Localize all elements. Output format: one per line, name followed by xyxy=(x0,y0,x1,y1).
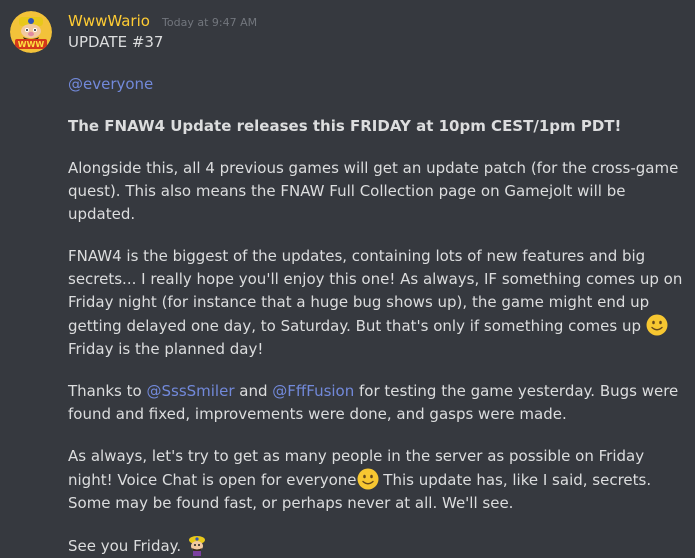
paragraph-3-text-b: and xyxy=(239,382,268,400)
headline-paragraph: The FNAW4 Update releases this FRIDAY at… xyxy=(68,115,688,138)
paragraph-4: As always, let's try to get as many peop… xyxy=(68,445,688,515)
paragraph-2-text-b: Friday is the planned day! xyxy=(68,340,264,358)
paragraph-3: Thanks to @SssSmiler and @FffFusion for … xyxy=(68,380,688,426)
avatar-text: WWW xyxy=(18,40,45,49)
wario-avatar-icon: WWW xyxy=(10,11,52,53)
author-username[interactable]: WwwWario xyxy=(68,12,150,30)
message-header: WwwWario Today at 9:47 AM xyxy=(68,11,257,31)
closing-text: See you Friday. xyxy=(68,537,182,555)
wario-emoji-icon xyxy=(188,536,205,556)
paragraph-2-text-a: FNAW4 is the biggest of the updates, con… xyxy=(68,247,683,335)
mention-fff-fusion[interactable]: @FffFusion xyxy=(272,382,354,400)
paragraph-1: Alongside this, all 4 previous games wil… xyxy=(68,157,688,226)
headline-text: The FNAW4 Update releases this FRIDAY at… xyxy=(68,117,622,135)
paragraph-3-text-a: Thanks to xyxy=(68,382,142,400)
mention-sss-smiler[interactable]: @SssSmiler xyxy=(146,382,234,400)
message-timestamp: Today at 9:47 AM xyxy=(162,16,258,29)
mention-line: @everyone xyxy=(68,73,688,96)
chat-message: WWW WwwWario Today at 9:47 AM UPDATE #37… xyxy=(0,0,695,556)
mention-everyone[interactable]: @everyone xyxy=(68,75,153,93)
message-content: UPDATE #37 @everyone The FNAW4 Update re… xyxy=(68,31,688,558)
message-title: UPDATE #37 xyxy=(68,31,688,54)
slightly-smiling-face-icon xyxy=(357,468,379,490)
paragraph-1-text: Alongside this, all 4 previous games wil… xyxy=(68,159,679,223)
title-text: UPDATE #37 xyxy=(68,33,164,51)
closing-line: See you Friday. xyxy=(68,534,688,558)
paragraph-2: FNAW4 is the biggest of the updates, con… xyxy=(68,245,688,361)
user-avatar[interactable]: WWW xyxy=(10,11,52,53)
slightly-smiling-face-icon xyxy=(646,314,668,336)
